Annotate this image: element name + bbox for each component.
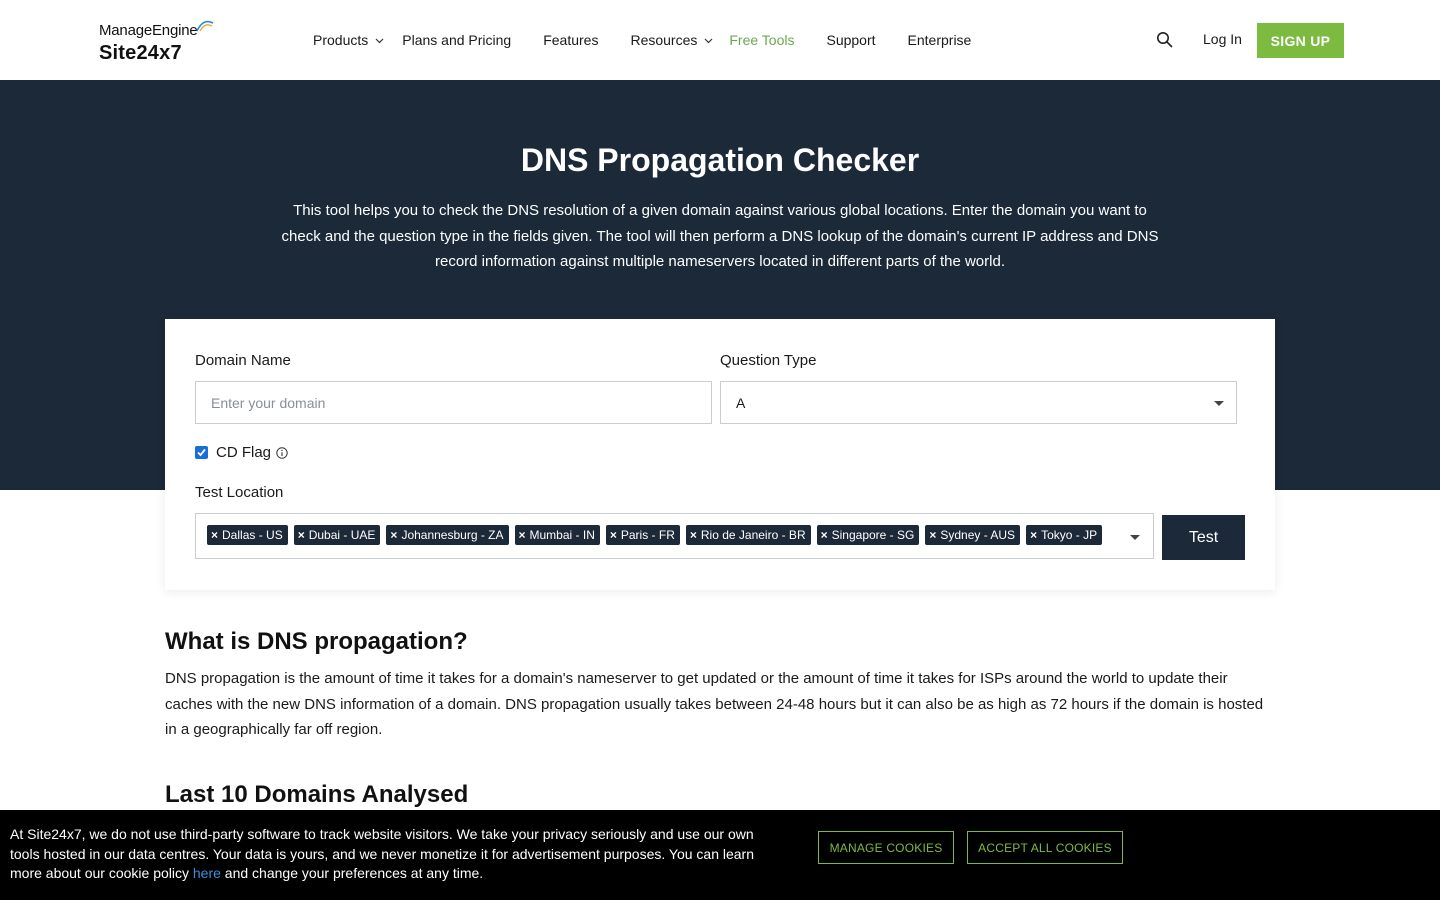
location-chip-label: Singapore - SG <box>831 528 915 542</box>
hero-description: This tool helps you to check the DNS res… <box>281 202 1159 270</box>
remove-chip-icon[interactable]: × <box>519 528 526 542</box>
cookie-policy-link[interactable]: here <box>193 865 221 881</box>
remove-chip-icon[interactable]: × <box>929 528 936 542</box>
cd-flag-option: CD Flag <box>195 444 288 461</box>
question-type-label: Question Type <box>720 352 817 369</box>
caret-down-icon <box>1214 401 1224 406</box>
remove-chip-icon[interactable]: × <box>821 528 828 542</box>
nav-plans-pricing[interactable]: Plans and Pricing <box>402 0 511 80</box>
location-chip: × Paris - FR <box>605 525 680 545</box>
nav-resources[interactable]: Resources <box>630 0 713 80</box>
caret-down-icon[interactable] <box>1130 535 1140 540</box>
remove-chip-icon[interactable]: × <box>690 528 697 542</box>
signup-button[interactable]: SIGN UP <box>1257 23 1344 58</box>
last-domains-heading: Last 10 Domains Analysed <box>165 781 469 808</box>
what-is-dns-text: DNS propagation is the amount of time it… <box>165 670 1264 738</box>
location-chip: × Tokyo - JP <box>1026 525 1103 545</box>
what-is-dns-heading: What is DNS propagation? <box>165 628 468 655</box>
location-chip-label: Paris - FR <box>620 528 675 542</box>
info-icon[interactable] <box>276 446 288 459</box>
remove-chip-icon[interactable]: × <box>298 528 305 542</box>
nav-features-label: Features <box>543 32 599 48</box>
nav-free-tools-label: Free Tools <box>729 32 795 48</box>
test-location-multiselect[interactable]: × Dallas - US × Dubai - UAE × Johannesburg … <box>195 513 1154 559</box>
test-button[interactable]: Test <box>1162 515 1245 560</box>
question-type-select[interactable]: A <box>720 381 1237 424</box>
cd-flag-checkbox[interactable] <box>195 446 208 459</box>
location-chip: × Johannesburg - ZA <box>386 525 509 545</box>
login-link[interactable]: Log In <box>1203 31 1242 47</box>
chevron-down-icon <box>704 38 713 43</box>
location-chip-label: Sydney - AUS <box>940 528 1016 542</box>
nav-resources-label: Resources <box>630 32 698 48</box>
location-chip: × Rio de Janeiro - BR <box>685 525 811 545</box>
location-chip-label: Dallas - US <box>222 528 283 542</box>
nav-plans-pricing-label: Plans and Pricing <box>402 32 512 48</box>
nav-enterprise[interactable]: Enterprise <box>908 0 972 80</box>
domain-name-label: Domain Name <box>195 352 291 369</box>
question-type-value: A <box>736 395 746 411</box>
nav-support[interactable]: Support <box>826 0 875 80</box>
cookie-banner: At Site24x7, we do not use third-party s… <box>0 810 1440 900</box>
location-chip-label: Mumbai - IN <box>529 528 595 542</box>
location-chip-label: Rio de Janeiro - BR <box>700 528 806 542</box>
dns-check-form: Domain Name Question Type A CD Flag Test… <box>165 319 1275 590</box>
nav-features[interactable]: Features <box>543 0 598 80</box>
location-chip-label: Tokyo - JP <box>1041 528 1098 542</box>
nav-products-label: Products <box>313 32 369 48</box>
nav-support-label: Support <box>826 32 876 48</box>
location-chip-label: Johannesburg - ZA <box>401 528 504 542</box>
nav-free-tools[interactable]: Free Tools <box>729 0 794 80</box>
page-title: DNS Propagation Checker <box>520 142 920 178</box>
brand-top-text: ManageEngine <box>99 22 198 39</box>
nav-enterprise-label: Enterprise <box>907 32 972 48</box>
location-chip-label: Dubai - UAE <box>308 528 376 542</box>
remove-chip-icon[interactable]: × <box>211 528 218 542</box>
location-chips: × Dallas - US × Dubai - UAE × Johannesburg … <box>207 525 1108 545</box>
checkmark-icon <box>197 448 206 457</box>
location-chip: × Dallas - US <box>207 525 288 545</box>
cookie-text-end: and change your preferences at any time. <box>220 865 484 881</box>
brand-bottom-text: Site24x7 <box>99 42 182 64</box>
remove-chip-icon[interactable]: × <box>1030 528 1037 542</box>
site24x7-logo[interactable]: ManageEngine Site24x7 <box>99 20 219 66</box>
chevron-down-icon <box>375 38 384 43</box>
location-chip: × Sydney - AUS <box>925 525 1021 545</box>
site-header: ManageEngine Site24x7 Products Plans and… <box>0 0 1440 80</box>
cd-flag-label: CD Flag <box>216 444 272 461</box>
main-nav: Products Plans and Pricing Features Reso… <box>313 0 971 80</box>
location-chip: × Mumbai - IN <box>514 525 600 545</box>
test-location-label: Test Location <box>195 484 284 501</box>
nav-products[interactable]: Products <box>313 0 384 80</box>
search-icon[interactable] <box>1156 31 1173 48</box>
manage-cookies-button[interactable]: MANAGE COOKIES <box>818 831 954 864</box>
remove-chip-icon[interactable]: × <box>610 528 617 542</box>
accept-all-cookies-button[interactable]: ACCEPT ALL COOKIES <box>967 831 1123 864</box>
domain-input[interactable] <box>195 381 712 424</box>
cookie-text: At Site24x7, we do not use third-party s… <box>10 825 760 884</box>
remove-chip-icon[interactable]: × <box>390 528 397 542</box>
location-chip: × Singapore - SG <box>816 525 920 545</box>
logo-swoosh-icon <box>196 20 214 32</box>
location-chip: × Dubai - UAE <box>293 525 381 545</box>
